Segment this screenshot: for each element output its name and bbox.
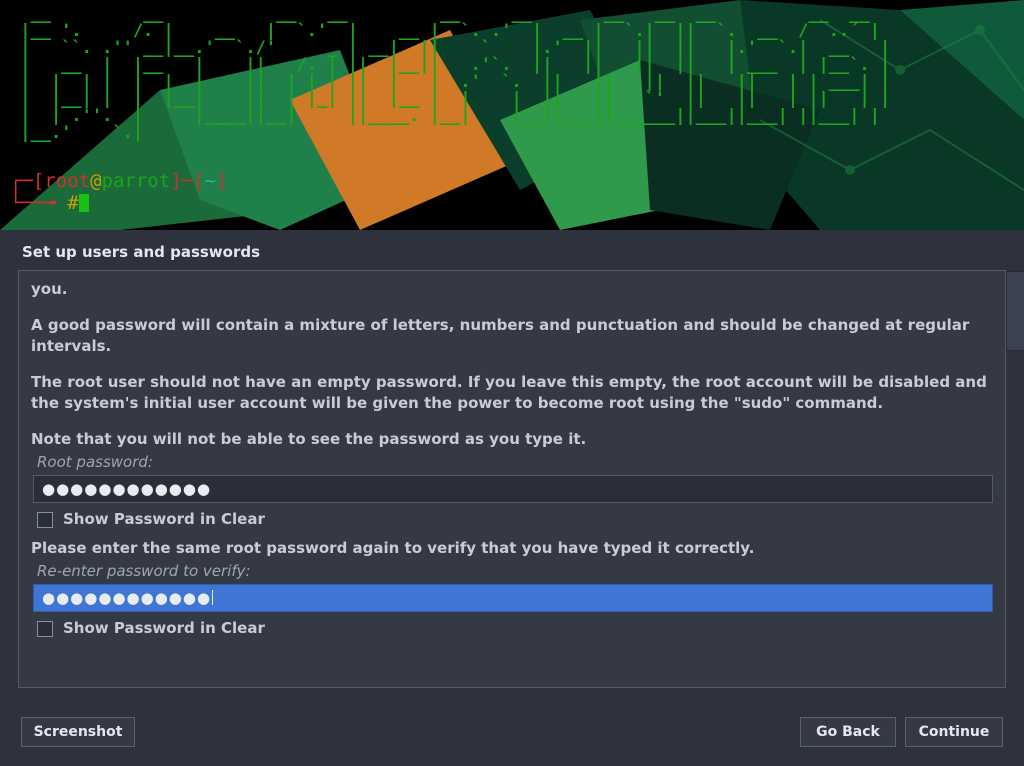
root-password-dots: ●●●●●●●●●●●●: [42, 479, 211, 500]
show-password-1-label: Show Password in Clear: [63, 509, 265, 530]
verify-help: Please enter the same root password agai…: [31, 538, 995, 559]
page-title: Set up users and passwords: [22, 243, 260, 261]
prompt-user: root: [44, 170, 90, 192]
show-password-2-checkbox[interactable]: [37, 621, 53, 637]
help-text-hidden: Note that you will not be able to see th…: [31, 429, 995, 450]
show-password-2-label: Show Password in Clear: [63, 618, 265, 639]
ascii-logo: __ __ __ __ __ __ __ __ __ __ __ |__ '. …: [10, 6, 911, 142]
show-password-2-row[interactable]: Show Password in Clear: [37, 618, 995, 639]
screenshot-button[interactable]: Screenshot: [21, 717, 135, 747]
desktop-banner: __ __ __ __ __ __ __ __ __ __ __ |__ '. …: [0, 0, 1024, 230]
prompt-host: parrot: [102, 170, 171, 192]
verify-password-label: Re-enter password to verify:: [37, 561, 995, 582]
show-password-1-row[interactable]: Show Password in Clear: [37, 509, 995, 530]
verify-password-input[interactable]: ●●●●●●●●●●●●: [33, 584, 993, 612]
verify-password-dots: ●●●●●●●●●●●●: [42, 588, 213, 609]
root-password-input[interactable]: ●●●●●●●●●●●●: [33, 475, 993, 503]
help-text-goodpw: A good password will contain a mixture o…: [31, 315, 995, 357]
help-text-fragment: you.: [31, 279, 995, 300]
show-password-1-checkbox[interactable]: [37, 512, 53, 528]
continue-button[interactable]: Continue: [905, 717, 1003, 747]
help-text-empty: The root user should not have an empty p…: [31, 372, 995, 414]
prompt-path: ~: [205, 170, 216, 192]
go-back-button[interactable]: Go Back: [800, 717, 896, 747]
scrollbar-thumb[interactable]: [1006, 271, 1024, 351]
root-password-label: Root password:: [37, 452, 995, 473]
terminal-cursor: [79, 194, 89, 212]
installer-panel: you. A good password will contain a mixt…: [18, 270, 1006, 688]
shell-prompt: ┌─[root@parrot]─[~] └──╼ #: [10, 170, 227, 214]
